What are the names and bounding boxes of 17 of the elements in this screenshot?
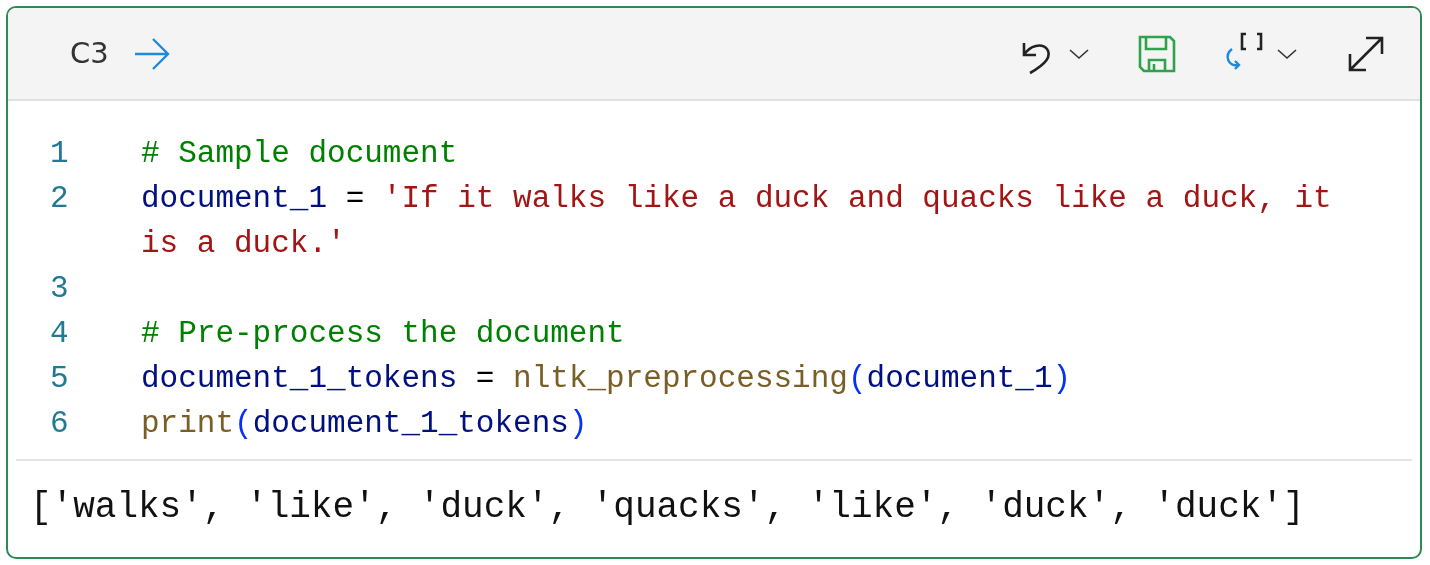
- code-line: # Pre-process the document: [141, 315, 626, 353]
- chevron-down-icon: [1068, 46, 1090, 61]
- code-line: document_1_tokens = nltk_preprocessing(document_1): [141, 360, 1073, 398]
- chevron-down-icon: [1276, 46, 1298, 61]
- line-number: 3: [49, 270, 70, 308]
- line-number: 6: [49, 405, 70, 443]
- code-line: # Sample document: [141, 135, 459, 173]
- arrow-right-icon: [132, 36, 171, 71]
- code-line: document_1 = 'If it walks like a duck and quacks like a duck, it is a duck.': [141, 180, 1333, 263]
- save-icon: [1138, 34, 1176, 73]
- line-number: 4: [49, 315, 70, 353]
- cell-output: ['walks', 'like', 'duck', 'quacks', 'like', 'duck', 'duck']: [29, 486, 1306, 530]
- line-number: 1: [49, 135, 70, 173]
- cell-label: C3: [70, 34, 109, 72]
- code-line: print(document_1_tokens): [141, 405, 589, 443]
- line-number: 5: [49, 360, 70, 398]
- line-number: 2: [49, 180, 70, 218]
